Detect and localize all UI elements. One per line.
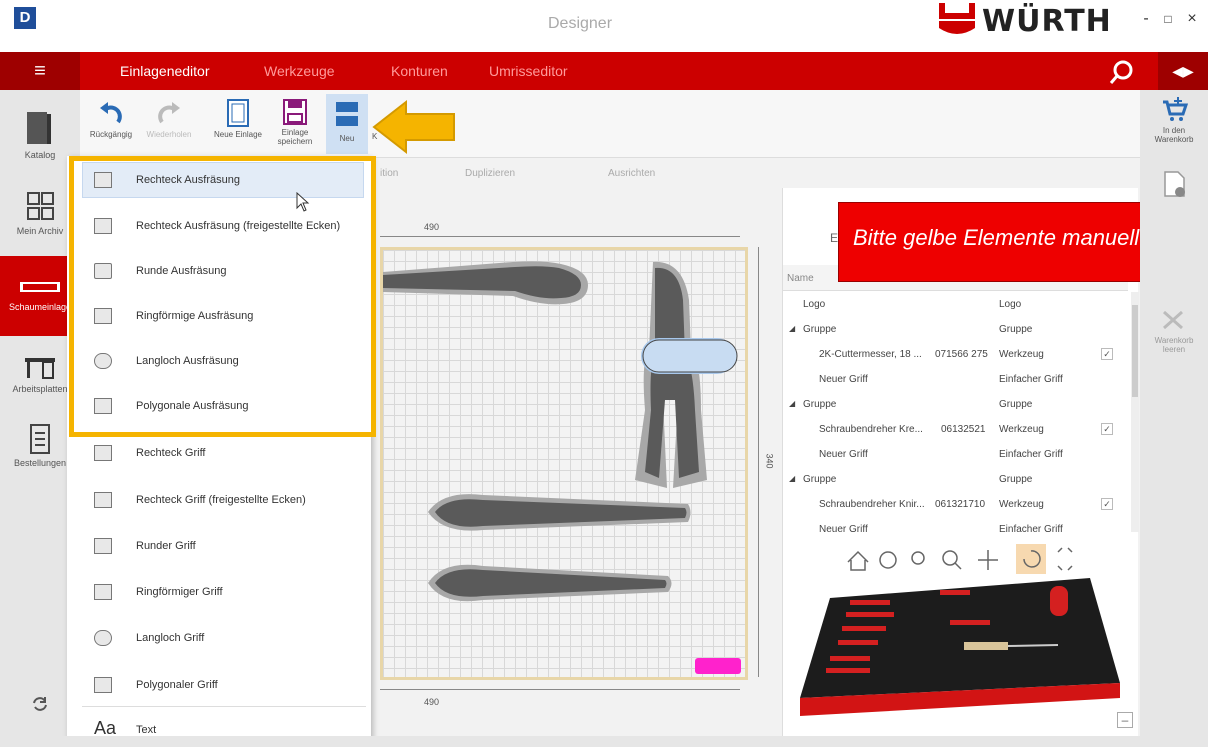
tree-row[interactable]: ◢ Gruppe Gruppe bbox=[783, 467, 1128, 492]
tree-row[interactable]: ◢ Gruppe Gruppe bbox=[783, 392, 1128, 417]
ring-grip-icon bbox=[94, 584, 112, 600]
expander-icon[interactable]: ◢ bbox=[789, 474, 795, 483]
visibility-checkbox[interactable]: ✓ bbox=[1101, 498, 1113, 510]
handle-contour[interactable] bbox=[642, 339, 738, 373]
tool-contours bbox=[383, 261, 741, 674]
zoom-icon[interactable] bbox=[942, 550, 958, 566]
grid-icon bbox=[27, 192, 54, 220]
dimension-line-side bbox=[758, 247, 759, 677]
menu-item-ringfoermiger-griff[interactable]: Ringförmiger Griff bbox=[82, 572, 366, 612]
list-icon bbox=[30, 424, 50, 454]
slot-grip-icon bbox=[94, 630, 112, 646]
fullscreen-icon[interactable] bbox=[1057, 547, 1073, 571]
tree-row[interactable]: Neuer Griff Einfacher Griff bbox=[783, 517, 1128, 535]
panel-toggle-icon[interactable]: ◀▶ bbox=[1158, 52, 1208, 90]
pan-icon[interactable] bbox=[978, 550, 998, 570]
neu-button[interactable]: Neu bbox=[326, 94, 368, 154]
menu-item-langloch-griff[interactable]: Langloch Griff bbox=[82, 618, 366, 658]
logo-marker[interactable] bbox=[695, 658, 741, 674]
dimension-label-top: 490 bbox=[424, 222, 440, 232]
visibility-checkbox[interactable]: ✓ bbox=[1101, 423, 1113, 435]
tab-umrisseditor[interactable]: Umrisseditor bbox=[489, 63, 568, 79]
cart-add-icon bbox=[1163, 97, 1189, 121]
add-to-cart-button[interactable]: In den Warenkorb bbox=[1140, 96, 1208, 156]
pointer-arrow-icon bbox=[372, 99, 455, 155]
view-icon[interactable] bbox=[879, 551, 897, 569]
dimension-line-top bbox=[380, 236, 740, 237]
redo-button[interactable]: Wiederholen bbox=[144, 94, 194, 156]
banner-text: Bitte gelbe Elemente manuell bbox=[853, 225, 1140, 250]
align-menu[interactable]: Ausrichten bbox=[608, 168, 655, 179]
dimension-line-bottom bbox=[380, 689, 740, 690]
tree-row[interactable]: Logo Logo bbox=[783, 292, 1128, 317]
dimension-label-bottom: 490 bbox=[424, 697, 440, 707]
tree-row[interactable]: Neuer Griff Einfacher Griff bbox=[783, 367, 1128, 392]
foam-insert-icon bbox=[20, 282, 60, 292]
book-icon bbox=[27, 112, 51, 144]
foam-tray bbox=[800, 578, 1120, 698]
tree-row[interactable]: ◢ Gruppe Gruppe bbox=[783, 317, 1128, 342]
cart-clear-icon bbox=[1163, 310, 1183, 330]
visibility-checkbox[interactable]: ✓ bbox=[1101, 348, 1113, 360]
workbench-icon bbox=[25, 358, 55, 379]
expander-icon[interactable]: ◢ bbox=[789, 324, 795, 333]
tab-konturen[interactable]: Konturen bbox=[391, 63, 448, 79]
hamburger-menu-icon[interactable]: ≡ bbox=[0, 52, 80, 90]
tree-row[interactable]: Neuer Griff Einfacher Griff bbox=[783, 442, 1128, 467]
expander-icon[interactable]: ◢ bbox=[789, 399, 795, 408]
circle-grip-icon bbox=[94, 538, 112, 554]
search-icon[interactable] bbox=[1108, 58, 1136, 86]
tab-werkzeuge[interactable]: Werkzeuge bbox=[264, 63, 335, 79]
rotate-button-bg bbox=[1016, 544, 1046, 574]
clear-cart-button[interactable]: Warenkorb leeren bbox=[1140, 306, 1208, 362]
zoom-handle bbox=[954, 562, 962, 570]
dimension-label-side: 340 bbox=[764, 453, 775, 469]
3d-preview[interactable] bbox=[790, 538, 1130, 743]
polygon-grip-icon bbox=[94, 677, 112, 693]
app-icon: D bbox=[14, 7, 36, 29]
undo-button[interactable]: Rückgängig bbox=[86, 94, 136, 156]
column-header-name[interactable]: Name bbox=[787, 273, 814, 284]
undo-icon bbox=[100, 102, 122, 124]
viewer-toolbar bbox=[847, 544, 1073, 574]
save-icon bbox=[283, 99, 307, 125]
maximize-button[interactable]: □ bbox=[1158, 8, 1178, 30]
document-help-icon[interactable] bbox=[1162, 170, 1188, 198]
minimize-button[interactable]: - bbox=[1136, 8, 1156, 30]
wooden-handle-tool bbox=[964, 642, 1008, 650]
menu-item-polygonaler-griff[interactable]: Polygonaler Griff bbox=[82, 665, 366, 705]
tree-row[interactable]: 2K-Cuttermesser, 18 ... 071566 275 Werkz… bbox=[783, 342, 1128, 367]
redo-icon bbox=[158, 102, 180, 124]
tree-row[interactable]: Schraubendreher Knir... 061321710 Werkze… bbox=[783, 492, 1128, 517]
menu-item-rechteck-griff-ecken[interactable]: Rechteck Griff (freigestellte Ecken) bbox=[82, 480, 366, 520]
close-button[interactable]: × bbox=[1182, 8, 1202, 30]
new-shape-icon bbox=[336, 102, 358, 126]
rectangle-grip-icon bbox=[94, 445, 112, 461]
tool-shaft bbox=[1007, 644, 1059, 647]
collapse-viewer-button[interactable]: – bbox=[1117, 712, 1133, 728]
scrollbar-thumb[interactable] bbox=[1132, 305, 1138, 397]
new-insert-button[interactable]: Neue Einlage bbox=[208, 94, 268, 156]
tab-einlageneditor[interactable]: Einlageneditor bbox=[120, 63, 210, 79]
refresh-icon[interactable] bbox=[30, 694, 50, 714]
menu-divider bbox=[82, 706, 366, 707]
menu-item-runder-griff[interactable]: Runder Griff bbox=[82, 526, 366, 566]
status-bar bbox=[0, 736, 1208, 747]
brand-name: WÜRTH bbox=[982, 4, 1112, 39]
tree-row[interactable]: Schraubendreher Kre... 06132521 Werkzeug… bbox=[783, 417, 1128, 442]
rectangle-relief-grip-icon bbox=[94, 492, 112, 508]
highlight-frame bbox=[69, 156, 376, 437]
home-icon[interactable] bbox=[847, 550, 869, 571]
window-title: Designer bbox=[548, 15, 613, 32]
duplicate-menu[interactable]: Duplizieren bbox=[465, 168, 515, 179]
save-insert-button[interactable]: Einlage speichern bbox=[270, 94, 320, 156]
panel-title-partial: E bbox=[830, 231, 839, 245]
zoom-region-icon[interactable] bbox=[911, 551, 925, 565]
menu-item-rechteck-griff[interactable]: Rechteck Griff bbox=[82, 433, 366, 473]
new-insert-icon bbox=[227, 99, 249, 127]
position-menu[interactable]: ition bbox=[380, 168, 398, 179]
